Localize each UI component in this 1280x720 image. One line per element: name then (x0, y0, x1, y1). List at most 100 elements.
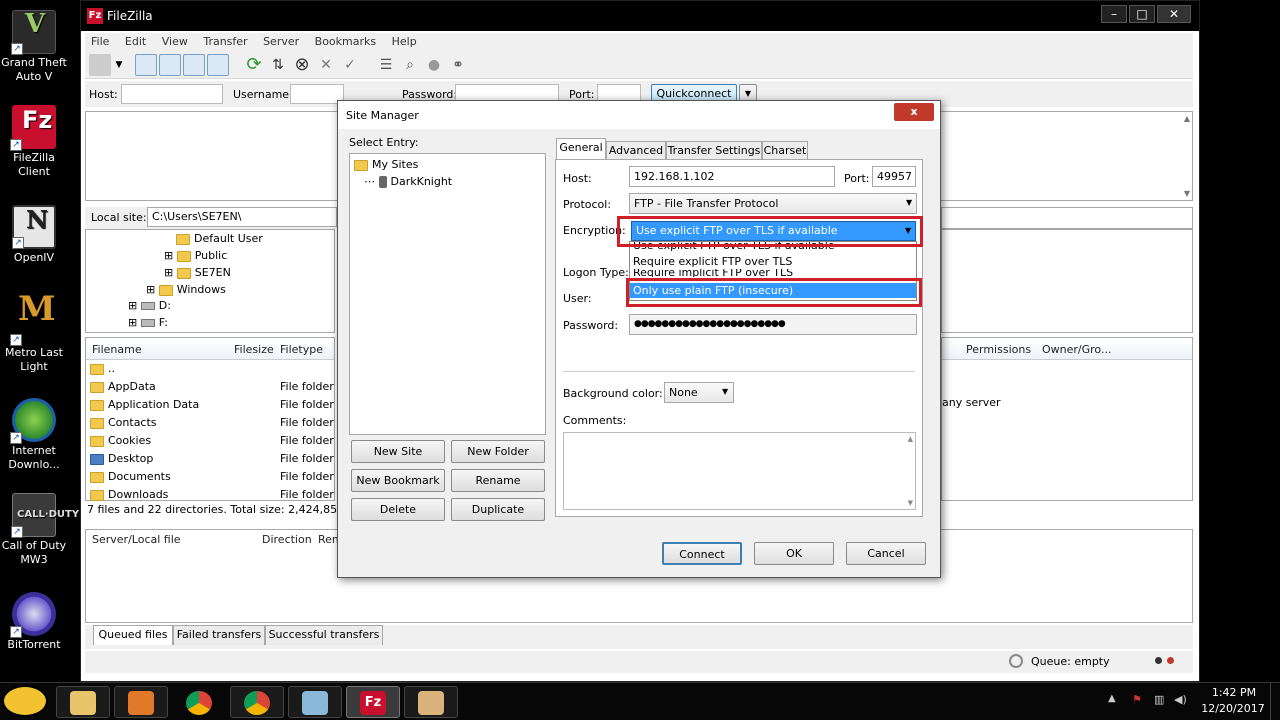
action-center-icon[interactable]: ⚑ (1132, 693, 1142, 706)
start-button-icon[interactable] (2, 685, 48, 717)
remote-site-path[interactable] (941, 207, 1193, 229)
toggle-remote-tree-icon[interactable] (183, 54, 205, 76)
taskbar-notes[interactable] (288, 686, 342, 718)
tree-item[interactable]: ⊞ D: (128, 299, 171, 312)
username-input[interactable] (290, 84, 344, 104)
sync-browse-icon[interactable]: ● (423, 54, 445, 76)
tree-item[interactable]: ⊞ SE7EN (164, 266, 231, 279)
tree-item-site[interactable]: ⋯ DarkKnight (364, 175, 452, 188)
tab-advanced[interactable]: Advanced (606, 141, 666, 161)
scroll-down-icon[interactable]: ▼ (908, 499, 913, 507)
tray-expand-icon[interactable]: ▲ (1108, 693, 1116, 704)
tree-item[interactable]: Default User (176, 232, 263, 245)
menu-edit[interactable]: Edit (119, 33, 152, 50)
tree-item[interactable]: ⊞ Public (164, 249, 227, 262)
column-server-local-file[interactable]: Server/Local file (92, 533, 181, 546)
tab-successful-transfers[interactable]: Successful transfers (265, 625, 383, 645)
new-site-button[interactable]: New Site (351, 440, 445, 463)
host-input[interactable]: 192.168.1.102 (629, 166, 835, 187)
minimize-button[interactable]: – (1101, 5, 1127, 23)
compare-icon[interactable]: ⌕ (399, 54, 421, 76)
toggle-local-tree-icon[interactable] (159, 54, 181, 76)
close-button[interactable]: x (894, 103, 934, 121)
toggle-queue-icon[interactable] (207, 54, 229, 76)
show-desktop-button[interactable] (1270, 683, 1280, 720)
menu-file[interactable]: File (85, 33, 115, 50)
rename-button[interactable]: Rename (451, 469, 545, 492)
cancel-button[interactable]: Cancel (846, 542, 926, 565)
duplicate-button[interactable]: Duplicate (451, 498, 545, 521)
desktop-icon-bittorrent[interactable]: ↗ BitTorrent (0, 592, 68, 652)
file-row[interactable]: .. (90, 362, 115, 375)
desktop-icon-cod[interactable]: CALL·DUTY ↗ Call of Duty MW3 (0, 493, 79, 567)
process-queue-icon[interactable]: ⇅ (267, 54, 289, 76)
taskbar-paint[interactable] (404, 686, 458, 718)
column-direction[interactable]: Direction (262, 533, 312, 546)
clock-date[interactable]: 12/20/2017 (1200, 702, 1266, 715)
dropdown-arrow-icon[interactable]: ▼ (113, 54, 125, 76)
file-row[interactable]: Downloads File folder (90, 488, 334, 501)
ok-button[interactable]: OK (754, 542, 834, 565)
tree-item-my-sites[interactable]: My Sites (354, 158, 418, 171)
protocol-select[interactable]: FTP - File Transfer Protocol (629, 193, 917, 214)
menu-server[interactable]: Server (257, 33, 305, 50)
column-filetype[interactable]: Filetype (280, 343, 323, 356)
file-row[interactable]: Documents File folder (90, 470, 334, 483)
local-site-path[interactable]: C:\Users\SE7EN\ (147, 207, 337, 227)
scroll-down-icon[interactable]: ▼ (1184, 189, 1190, 198)
maximize-button[interactable]: □ (1129, 5, 1155, 23)
new-bookmark-button[interactable]: New Bookmark (351, 469, 445, 492)
taskbar-chrome-2[interactable] (230, 686, 284, 718)
close-button[interactable]: ✕ (1157, 5, 1191, 23)
taskbar-filezilla[interactable]: Fz (346, 686, 400, 718)
taskbar-media-player[interactable] (114, 686, 168, 718)
file-row[interactable]: AppData File folder (90, 380, 334, 393)
menu-help[interactable]: Help (386, 33, 423, 50)
menu-view[interactable]: View (156, 33, 194, 50)
site-manager-icon[interactable] (89, 54, 111, 76)
desktop-icon-gta5[interactable]: V ↗ Grand Theft Auto V (0, 10, 68, 84)
scroll-up-icon[interactable]: ▲ (1184, 114, 1190, 123)
network-icon[interactable]: ▥ (1154, 693, 1164, 706)
column-filesize[interactable]: Filesize (234, 343, 274, 356)
tree-item[interactable]: ⊞ F: (128, 316, 168, 329)
scroll-up-icon[interactable]: ▲ (908, 435, 913, 443)
file-row[interactable]: Desktop File folder (90, 452, 334, 465)
tab-general[interactable]: General (556, 138, 606, 160)
tree-item[interactable]: ⊞ Windows (146, 283, 226, 296)
column-owner[interactable]: Owner/Gro... (1042, 343, 1111, 356)
encryption-option[interactable]: Require explicit FTP over TLS (630, 255, 916, 268)
port-input[interactable]: 49957 (872, 166, 916, 187)
taskbar-explorer[interactable] (56, 686, 110, 718)
column-filename[interactable]: Filename (92, 343, 142, 356)
desktop-icon-idm[interactable]: ↗ Internet Downlo... (0, 398, 68, 472)
connect-button[interactable]: Connect (662, 542, 742, 565)
password-input[interactable]: ●●●●●●●●●●●●●●●●●●●●●● (629, 314, 917, 335)
tab-transfer-settings[interactable]: Transfer Settings (666, 141, 762, 161)
reconnect-icon[interactable]: ✓ (339, 54, 361, 76)
search-icon[interactable]: ⚭ (447, 54, 469, 76)
toggle-log-icon[interactable] (135, 54, 157, 76)
taskbar-chrome[interactable] (172, 686, 226, 718)
volume-icon[interactable]: ◀) (1174, 693, 1187, 706)
menu-bookmarks[interactable]: Bookmarks (309, 33, 382, 50)
tab-failed-transfers[interactable]: Failed transfers (173, 625, 265, 645)
encryption-option[interactable]: Require implicit FTP over TLS (630, 269, 916, 277)
cancel-operation-icon[interactable]: ⊗ (291, 54, 313, 76)
refresh-icon[interactable]: ⟳ (243, 54, 265, 76)
new-folder-button[interactable]: New Folder (451, 440, 545, 463)
tab-queued-files[interactable]: Queued files (93, 625, 173, 645)
menu-transfer[interactable]: Transfer (197, 33, 253, 50)
delete-button[interactable]: Delete (351, 498, 445, 521)
host-input[interactable] (121, 84, 223, 104)
filter-icon[interactable]: ☰ (375, 54, 397, 76)
disconnect-icon[interactable]: ✕ (315, 54, 337, 76)
clock-time[interactable]: 1:42 PM (1204, 686, 1264, 699)
desktop-icon-metro[interactable]: M ↗ Metro Last Light (0, 292, 68, 374)
file-row[interactable]: Contacts File folder (90, 416, 334, 429)
comments-textarea[interactable]: ▲ ▼ (563, 432, 916, 510)
column-permissions[interactable]: Permissions (966, 343, 1031, 356)
file-row[interactable]: Application Data File folder (90, 398, 334, 411)
file-row[interactable]: Cookies File folder (90, 434, 334, 447)
desktop-icon-filezilla[interactable]: Fz ↗ FileZilla Client (0, 105, 68, 179)
